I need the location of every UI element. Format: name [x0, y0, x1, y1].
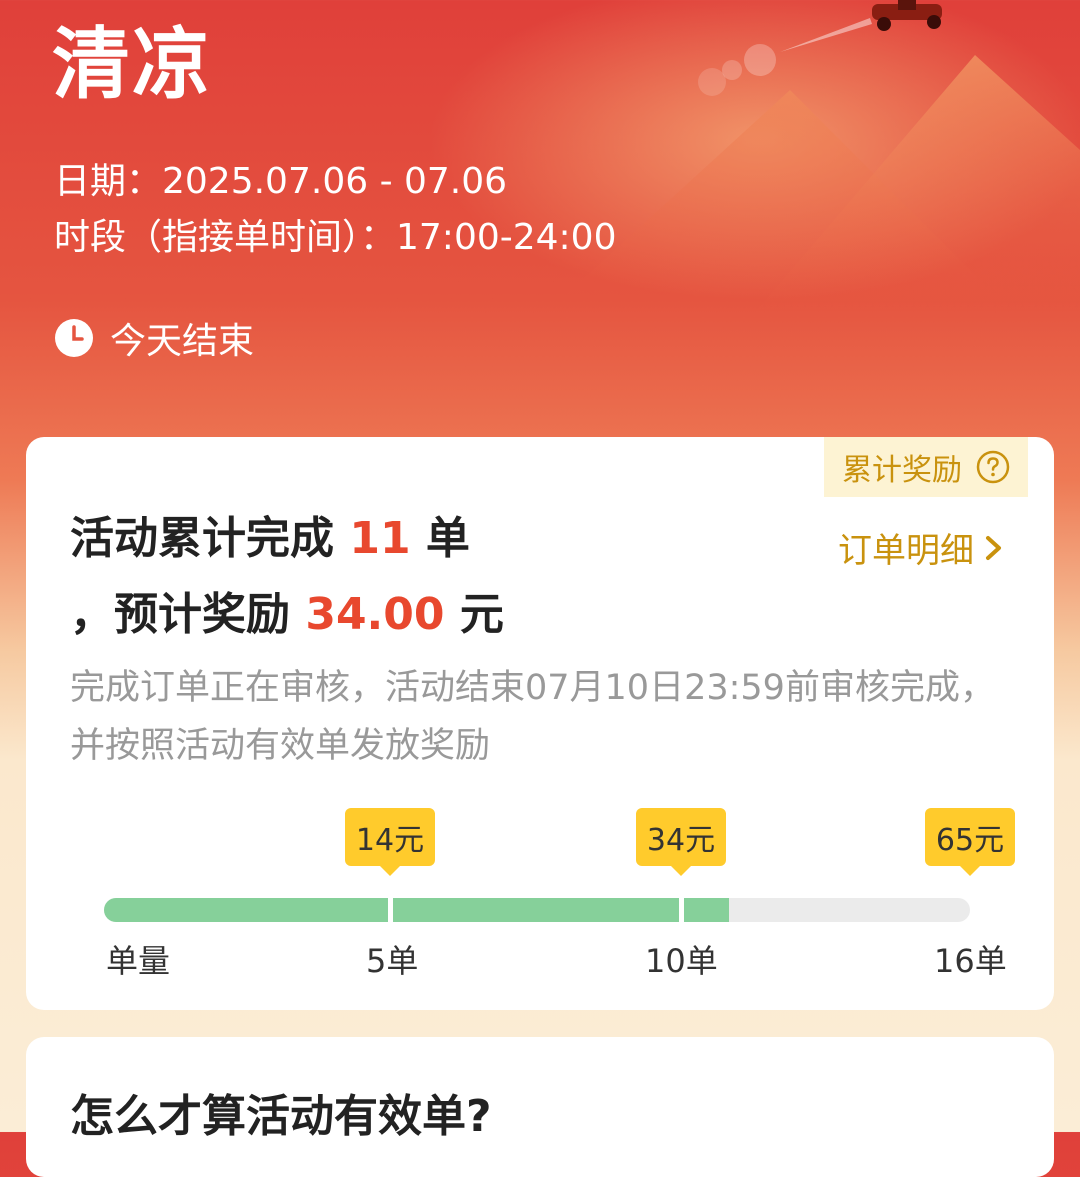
progress-bar	[104, 898, 970, 922]
question-icon[interactable]	[976, 450, 1010, 484]
activity-date: 日期：2025.07.06 - 07.06	[54, 161, 508, 202]
milestone-order-label: 16单	[934, 942, 1007, 980]
activity-title: 清凉	[52, 20, 213, 110]
clock-icon	[55, 319, 93, 357]
completed-summary: 活动累计完成 11 单	[70, 511, 470, 567]
progress-separator	[388, 898, 393, 922]
completed-count: 11	[349, 513, 411, 564]
cumulative-reward-label: 累计奖励	[842, 453, 962, 488]
milestone-reward-tag: 34元	[636, 808, 726, 876]
milestone-order-label: 10单	[645, 942, 718, 980]
scooter-rider-icon	[872, 0, 942, 31]
milestone-reward-tag: 65元	[925, 808, 1015, 876]
end-status-text: 今天结束	[110, 321, 255, 362]
end-status-row: 今天结束	[54, 316, 254, 362]
activity-period: 时段（指接单时间）：17:00-24:00	[54, 217, 617, 258]
milestone-tag-pointer	[960, 866, 980, 876]
milestone-reward-text: 65元	[935, 823, 1005, 858]
faq-title: 怎么才算活动有效单?	[70, 1091, 492, 1142]
review-note: 完成订单正在审核，活动结束07月10日23:59前审核完成，并按照活动有效单发放…	[70, 668, 995, 766]
reward-prefix: ，预计奖励	[70, 589, 290, 640]
cumulative-reward-badge[interactable]: 累计奖励	[824, 437, 1028, 497]
progress-bar-fill	[104, 898, 730, 922]
milestone-reward-text: 14元	[355, 823, 425, 858]
progress-card: 累计奖励 活动累计完成 11 单 ，预计奖励 34.00 元 订单明细 完成订单…	[26, 437, 1054, 1010]
milestone-order-label: 5单	[366, 942, 419, 980]
hero-banner: 清凉 日期：2025.07.06 - 07.06 时段（指接单时间）：17:00…	[0, 0, 1080, 460]
faq-card: 怎么才算活动有效单?	[26, 1037, 1054, 1177]
completed-prefix: 活动累计完成	[70, 513, 334, 564]
milestone-tag-pointer	[380, 866, 400, 876]
progress-separator	[679, 898, 684, 922]
reward-suffix: 元	[459, 589, 504, 640]
milestone-reward-tag: 14元	[345, 808, 435, 876]
order-detail-link[interactable]: 订单明细	[838, 523, 1004, 572]
chevron-right-icon	[986, 535, 1001, 560]
milestone-reward-text: 34元	[646, 823, 716, 858]
completed-suffix: 单	[425, 513, 470, 564]
reward-summary: ，预计奖励 34.00 元	[70, 587, 504, 643]
axis-label: 单量	[106, 942, 171, 980]
order-detail-label: 订单明细	[838, 531, 974, 571]
milestone-tag-pointer	[671, 866, 691, 876]
reward-amount: 34.00	[305, 589, 445, 640]
